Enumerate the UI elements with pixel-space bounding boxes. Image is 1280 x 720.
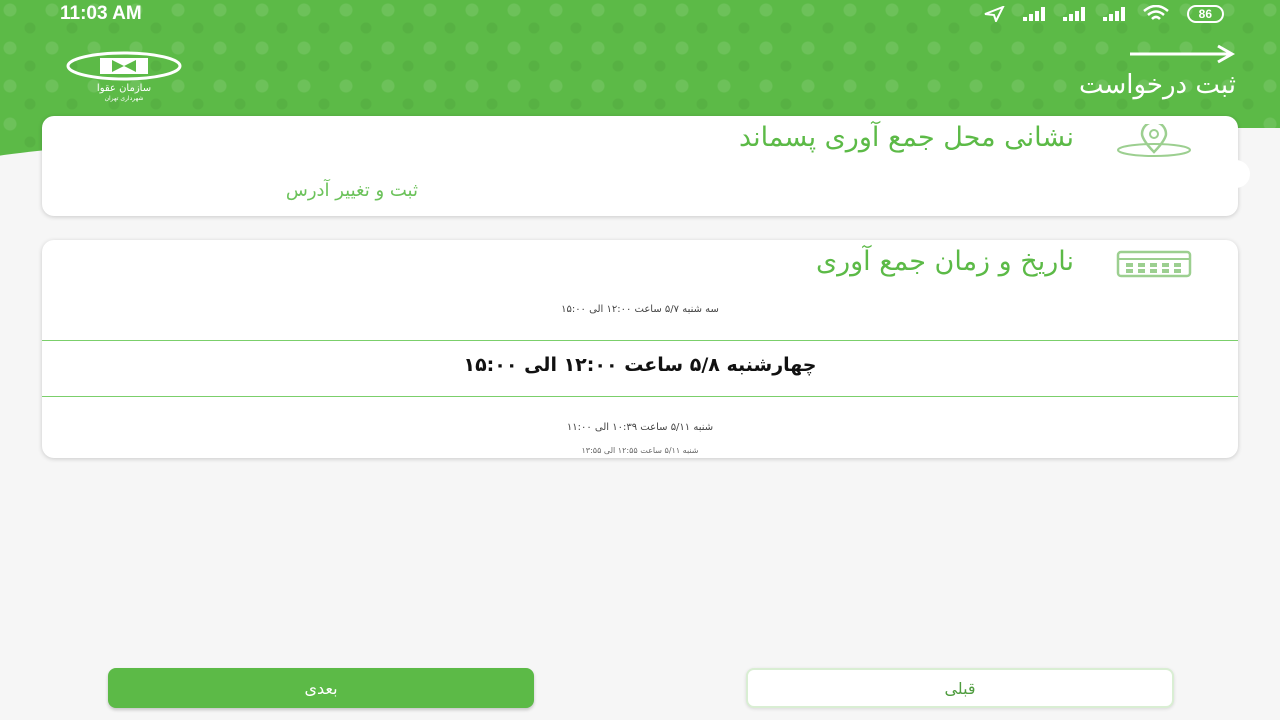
time-slot-option[interactable]: شنبه ۵/۱۱ ساعت ۱۰:۳۹ الی ۱۱:۰۰ [42, 422, 1238, 433]
address-placeholder [570, 160, 1250, 188]
page-title: ثبت درخواست [1078, 70, 1236, 100]
status-time: 11:03 AM [60, 3, 142, 24]
previous-button[interactable]: قبلی [746, 668, 1174, 708]
location-arrow-icon [984, 6, 1005, 22]
battery-icon: 86 [1186, 5, 1224, 23]
wifi-icon [1142, 5, 1169, 20]
time-card: ناریخ و زمان جمع آوری سه شنبه ۵/۷ ساعت ۱… [42, 240, 1238, 458]
picker-divider [42, 340, 1238, 341]
status-icons: 86 [983, 5, 1224, 23]
status-bar: 11:03 AM 86 [0, 0, 1280, 28]
calendar-icon [1116, 250, 1192, 278]
back-arrow-icon[interactable] [1128, 44, 1238, 64]
signal-icon [1102, 7, 1125, 21]
time-slot-option[interactable]: شنبه ۵/۱۱ ساعت ۱۲:۵۵ الی ۱۳:۵۵ [42, 446, 1238, 455]
change-address-link[interactable]: ثبت و تغییر آدرس [286, 180, 418, 201]
time-slot-option[interactable]: سه شنبه ۵/۷ ساعت ۱۲:۰۰ الی ۱۵:۰۰ [42, 304, 1238, 315]
svg-text:شهرداری تهران: شهرداری تهران [105, 95, 144, 102]
svg-text:سازمان عقوا: سازمان عقوا [97, 83, 151, 94]
address-card-title: نشانی محل جمع آوری پسماند [738, 122, 1074, 153]
app-logo: سازمان عقوا شهرداری تهران [66, 51, 182, 102]
signal-icon [1022, 7, 1045, 21]
next-button[interactable]: بعدی [108, 668, 534, 708]
location-pin-icon [1117, 124, 1191, 157]
signal-icon [1062, 7, 1085, 21]
time-card-title: ناریخ و زمان جمع آوری [815, 246, 1074, 277]
picker-divider [42, 396, 1238, 397]
time-slot-selected[interactable]: چهارشنبه ۵/۸ ساعت ۱۲:۰۰ الی ۱۵:۰۰ [42, 354, 1238, 376]
